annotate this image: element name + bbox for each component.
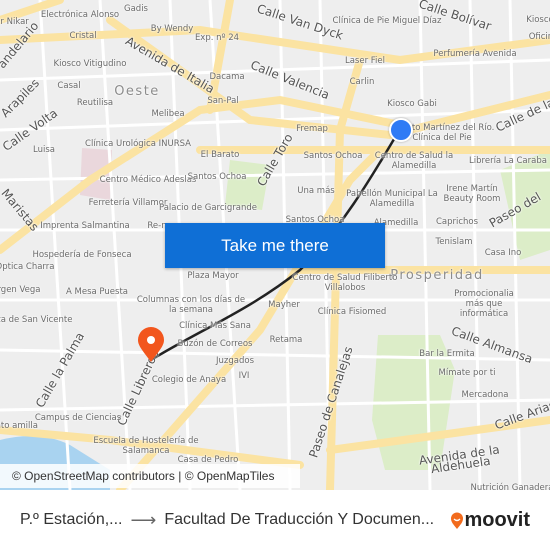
poi-label: Centro Médico Adeslas: [99, 175, 197, 185]
poi-label: Clínica Fisiomed: [317, 307, 387, 317]
poi-label: Una más: [297, 186, 335, 196]
origin-name: P.º Estación,...: [20, 511, 123, 528]
poi-label: Imprenta Salmantina: [40, 221, 130, 231]
poi-label: Campus de Ciencias: [34, 413, 122, 423]
poi-label: Electrónica Alonso: [40, 10, 120, 20]
poi-label: Kiosco: [526, 15, 550, 25]
poi-label: Caprichos: [435, 217, 479, 227]
poi-label: Irene Martín Beauty Room: [443, 184, 501, 204]
take-me-there-button[interactable]: Take me there: [165, 223, 385, 268]
poi-label: Columnas con los días de la semana: [136, 295, 246, 315]
poi-label: Mercadona: [461, 390, 509, 400]
poi-label: Colegio de Anaya: [151, 375, 227, 385]
poi-label: Clínica Más Sana: [179, 321, 251, 331]
poi-label: Plaza de San Vicente: [0, 315, 73, 325]
poi-label: Kiosco Vitigudino: [53, 59, 127, 69]
poi-label: El Barato: [200, 150, 240, 160]
poi-label: Bar la Ermita: [419, 349, 475, 359]
arrow-right-icon: ⟶: [130, 509, 157, 530]
poi-label: Reutilisa: [76, 98, 114, 108]
poi-label: Cristal: [69, 31, 97, 41]
origin-marker[interactable]: [389, 118, 413, 142]
poi-label: Nutrición Ganadera: [470, 483, 550, 490]
poi-label: Re-n: [147, 221, 167, 231]
poi-label: Kiosco Gabi: [387, 99, 437, 109]
poi-label: Melibea: [151, 109, 185, 119]
poi-label: Óptica Charra: [0, 262, 55, 272]
poi-label: ar Nikar: [0, 17, 29, 27]
poi-label: Carlin: [349, 77, 375, 87]
poi-label: Retama: [269, 335, 303, 345]
moovit-pin-icon: [451, 512, 464, 529]
poi-label: Gadis: [124, 4, 148, 14]
poi-label: Juzgados: [216, 356, 254, 366]
poi-label: Exp. nº 24: [194, 33, 240, 43]
poi-label: Oficir: [528, 32, 550, 42]
poi-label: Ferretería Villamor: [88, 198, 168, 208]
poi-label: Santos Ochoa: [187, 172, 247, 182]
poi-label: Laser Fiel: [344, 56, 386, 66]
poi-label: mento amilla: [0, 421, 38, 431]
poi-label: Mímate por ti: [438, 368, 496, 378]
poi-label: Mayher: [268, 300, 300, 310]
poi-label: Tenislam: [435, 237, 473, 247]
poi-label: A Mesa Puesta: [66, 287, 128, 297]
district-label: Prosperidad: [390, 268, 484, 283]
poi-label: Centro de Salud la Alamedilla: [374, 151, 454, 171]
poi-label: Santos Ochoa: [303, 151, 363, 161]
poi-label: Clínica de Pie Miguel Díaz: [332, 16, 442, 26]
poi-label: Buzón de Correos: [177, 339, 253, 349]
poi-label: Centro de Salud Filiberto Villalobos: [292, 273, 398, 293]
poi-label: Dacama: [209, 72, 245, 82]
poi-label: Luisa: [33, 145, 55, 155]
poi-label: San-Pal: [207, 96, 239, 106]
map-attribution[interactable]: © OpenStreetMap contributors | © OpenMap…: [0, 464, 300, 488]
poi-label: Librería La Caraba: [469, 156, 547, 166]
poi-label: Pabellón Municipal La Alamedilla: [346, 189, 438, 209]
poi-label: IVI: [238, 371, 250, 381]
poi-label: Perfumería Avenida: [433, 49, 517, 59]
map[interactable]: Calle Van Dyck Calle Bolívar Avenida de It…: [0, 0, 550, 490]
district-label: Oeste: [114, 84, 160, 99]
poi-label: Fremap: [296, 124, 328, 134]
poi-label: Casal: [57, 81, 81, 91]
destination-name: Facultad De Traducción Y Documen...: [164, 511, 435, 528]
brand-name: moovit: [464, 509, 530, 531]
moovit-logo: moovit: [450, 509, 530, 532]
poi-label: Palacio de Garcigrande: [158, 203, 258, 213]
poi-label: Plaza Mayor: [187, 271, 239, 281]
poi-label: By Wendy: [150, 24, 194, 34]
poi-label: Escuela de Hostelería de Salamanca: [93, 436, 199, 456]
poi-label: Clínica Urológica INURSA: [85, 139, 191, 149]
poi-label: Hospedería de Fonseca: [32, 250, 132, 260]
poi-label: Virgen Vega: [0, 285, 41, 295]
footer-bar: P.º Estación,... ⟶ Facultad De Traducció…: [0, 490, 550, 550]
poi-label: Promocionalia más que informática: [454, 289, 514, 319]
poi-label: Casa Ino: [484, 248, 522, 258]
